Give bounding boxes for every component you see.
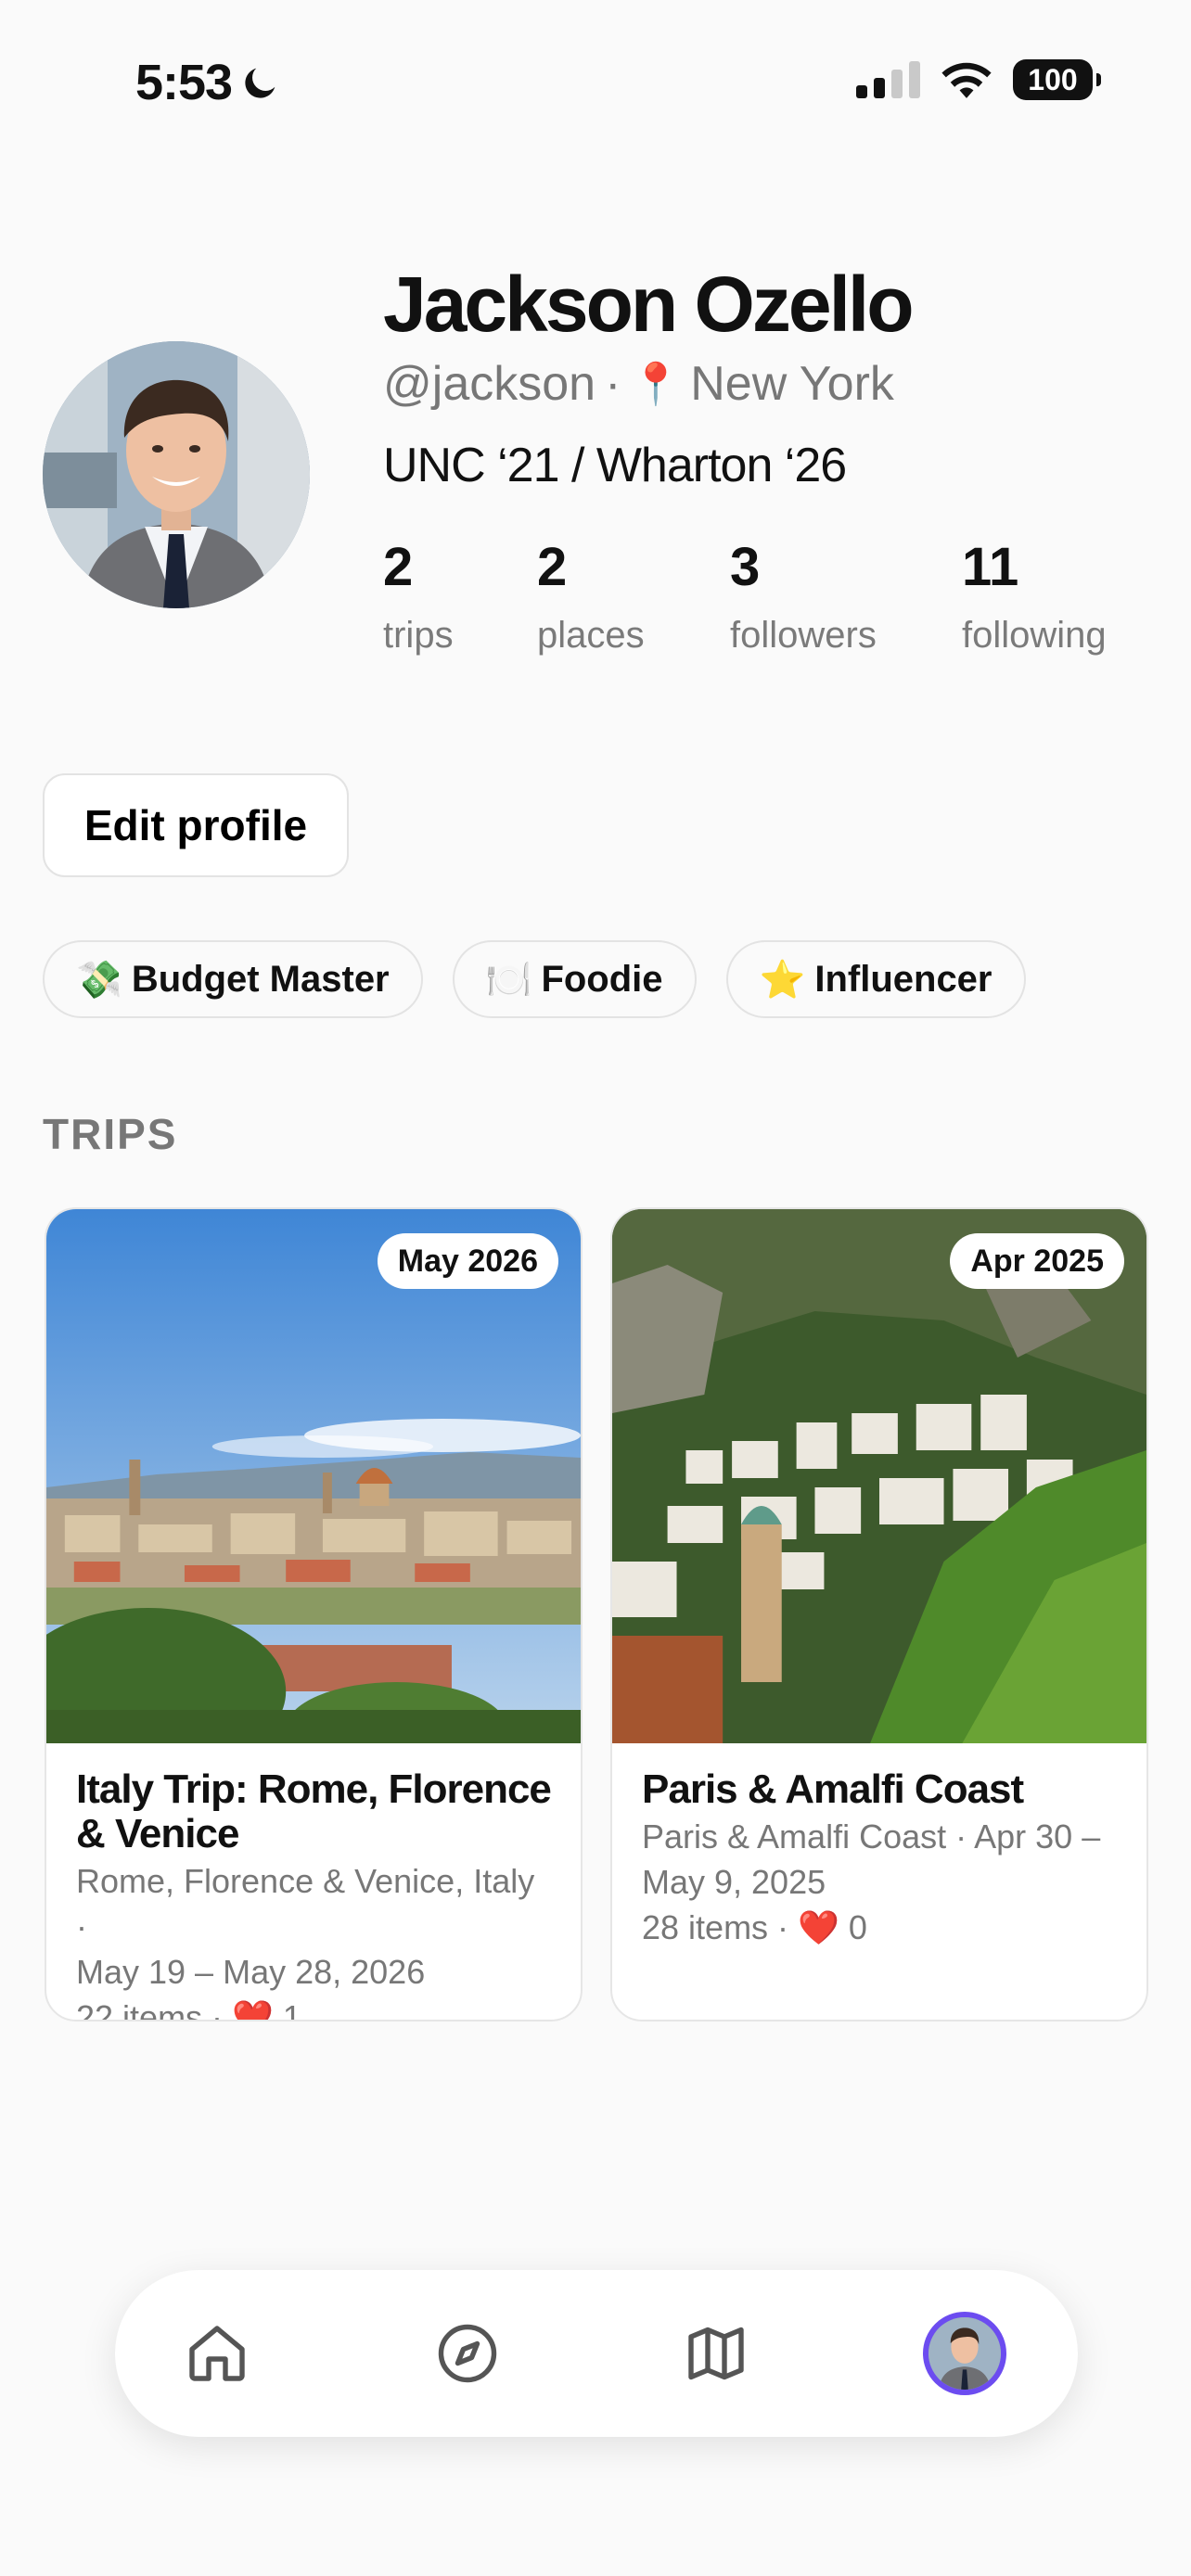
trip-card-italy[interactable]: May 2026 Italy Trip: Rome, Florence & Ve… [45, 1207, 583, 2021]
trip-stats-line: 22 items · ❤️ 1 [76, 1995, 555, 2021]
nav-map[interactable] [670, 2307, 762, 2400]
trip-dates-line: May 9, 2025 [642, 1863, 826, 1901]
trip-item-count: 22 items · [76, 1998, 224, 2021]
badge-foodie[interactable]: 🍽️ Foodie [452, 940, 697, 1018]
money-wings-icon: 💸 [76, 959, 122, 1001]
badge-influencer[interactable]: ⭐ Influencer [725, 940, 1026, 1018]
location-pin-icon: 📍 [630, 362, 682, 407]
profile-handle-line: @jackson · 📍 New York [383, 356, 894, 412]
stat-label: places [537, 615, 645, 656]
stat-value: 3 [730, 537, 761, 597]
stat-label: followers [730, 615, 877, 656]
stat-following[interactable]: 11 following [962, 536, 1107, 657]
wifi-icon [941, 62, 992, 98]
nav-explore[interactable] [421, 2307, 514, 2400]
stat-label: trips [383, 615, 454, 656]
stat-value: 11 [962, 537, 1019, 597]
stat-value: 2 [383, 537, 414, 597]
stat-followers[interactable]: 3 followers [730, 536, 962, 657]
profile-name: Jackson Ozello [383, 261, 915, 348]
trip-stats-line: 28 items · ❤️ 0 [642, 1905, 1121, 1950]
cellular-signal-icon [856, 61, 920, 98]
heart-icon: ❤️ [798, 1908, 839, 1946]
compass-icon [438, 2324, 497, 2383]
bottom-nav [115, 2270, 1078, 2437]
battery-level: 100 [1028, 62, 1078, 96]
battery-icon: 100 [1013, 59, 1101, 100]
edit-profile-button[interactable]: Edit profile [43, 773, 349, 877]
star-icon: ⭐ [759, 959, 806, 1001]
profile-avatar[interactable] [43, 341, 310, 608]
trip-dates-line: May 19 – May 28, 2026 [76, 1953, 426, 1991]
trip-location-line: Paris & Amalfi Coast · Apr 30 – [642, 1817, 1101, 1855]
map-icon [688, 2327, 744, 2380]
profile-bio: UNC ‘21 / Wharton ‘26 [383, 439, 847, 492]
heart-icon: ❤️ [232, 1998, 274, 2021]
trip-title: Paris & Amalfi Coast [642, 1766, 1024, 1812]
trip-meta: Paris & Amalfi Coast · Apr 30 – May 9, 2… [642, 1814, 1121, 1950]
profile-avatar-small [923, 2312, 1006, 2395]
stat-value: 2 [537, 537, 568, 597]
home-icon [189, 2326, 245, 2381]
profile-location: New York [690, 357, 894, 411]
status-indicators: 100 [856, 59, 1101, 100]
trip-meta: Rome, Florence & Venice, Italy · May 19 … [76, 1858, 555, 2021]
trip-date-badge: Apr 2025 [950, 1233, 1124, 1289]
plate-cutlery-icon: 🍽️ [485, 959, 532, 1001]
profile-photo [43, 341, 310, 608]
stat-trips[interactable]: 2 trips [383, 536, 537, 657]
trip-like-count: 0 [848, 1908, 867, 1946]
profile-photo-small [928, 2317, 1001, 2390]
stat-label: following [962, 615, 1107, 656]
status-time-label: 5:53 [135, 55, 233, 110]
trip-like-count: 1 [282, 1998, 301, 2021]
status-time: 5:53 [135, 54, 282, 111]
moon-icon [245, 68, 275, 98]
nav-profile[interactable] [918, 2307, 1011, 2400]
separator-dot: · [605, 357, 621, 411]
trip-date-badge: May 2026 [377, 1233, 558, 1289]
trip-title: Italy Trip: Rome, Florence & Venice [76, 1766, 552, 1856]
trip-item-count: 28 items · [642, 1908, 789, 1946]
trip-card-paris-amalfi[interactable]: Apr 2025 Paris & Amalfi Coast Paris & Am… [610, 1207, 1148, 2021]
trip-card-body: Paris & Amalfi Coast Paris & Amalfi Coas… [642, 1767, 1121, 1950]
trip-card-body: Italy Trip: Rome, Florence & Venice Rome… [76, 1767, 555, 2021]
badge-label: Influencer [814, 958, 992, 1000]
stat-places[interactable]: 2 places [537, 536, 730, 657]
badge-label: Budget Master [131, 958, 390, 1000]
profile-screen: 5:53 100 Jackson Ozello @jackson · 📍 New… [0, 0, 1191, 2576]
profile-stats: 2 trips 2 places 3 followers 11 followin… [383, 536, 1107, 657]
trips-section-title: TRIPS [43, 1110, 178, 1158]
trip-cover-image [612, 1209, 1146, 1743]
trip-location-line: Rome, Florence & Venice, Italy · [76, 1862, 535, 1945]
trip-cover-image [46, 1209, 581, 1743]
badge-list: 💸 Budget Master 🍽️ Foodie ⭐ Influencer [43, 940, 1026, 1018]
profile-handle: @jackson [383, 357, 596, 411]
badge-label: Foodie [541, 958, 663, 1000]
badge-budget-master[interactable]: 💸 Budget Master [43, 940, 423, 1018]
nav-home[interactable] [171, 2307, 263, 2400]
